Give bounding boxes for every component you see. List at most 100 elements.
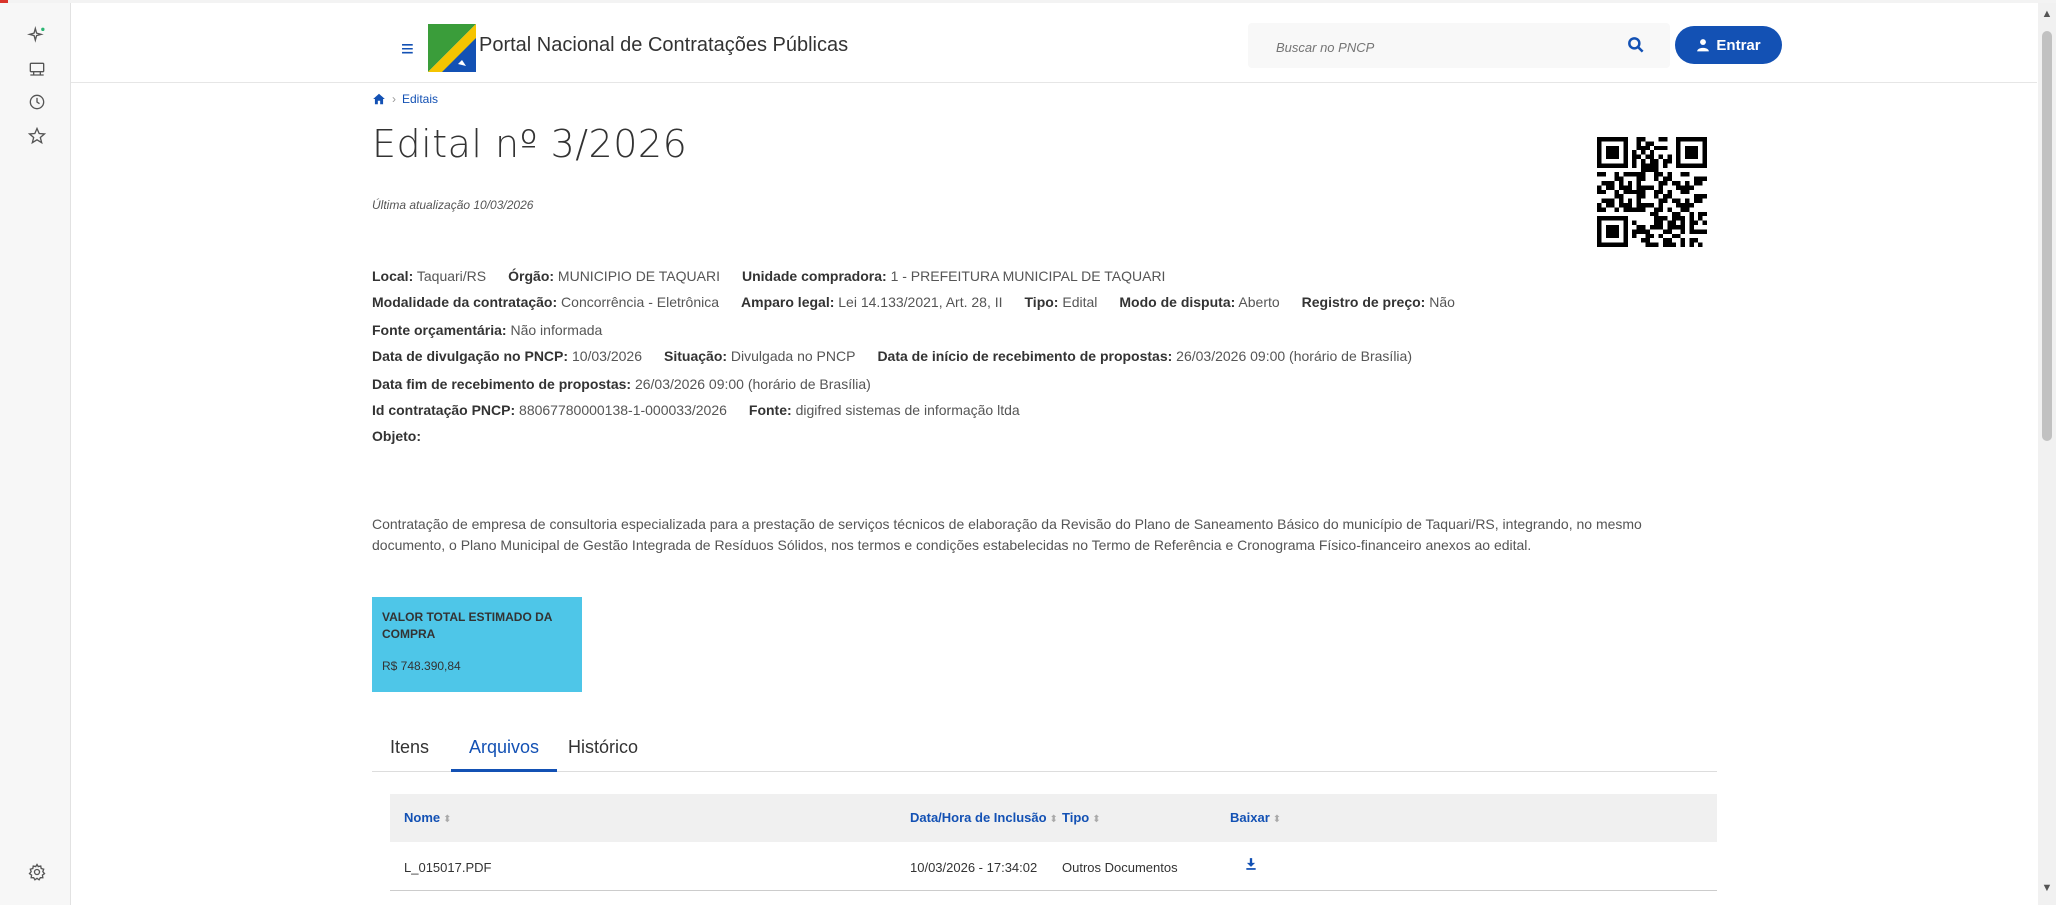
info-value: Não (1429, 294, 1455, 310)
table-row: L_015017.PDF 10/03/2026 - 17:34:02 Outro… (390, 842, 1717, 891)
info-label: Unidade compradora: (741, 268, 887, 284)
scroll-up-icon[interactable]: ▲ (2038, 5, 2056, 23)
download-icon (1246, 858, 1256, 870)
info-field: Registro de preço: Não (1302, 294, 1455, 310)
info-label: Fonte: (748, 402, 792, 418)
info-value: 1 - PREFEITURA MUNICIPAL DE TAQUARI (890, 268, 1166, 284)
info-label: Órgão: (508, 268, 555, 284)
info-field: Data fim de recebimento de propostas: 26… (372, 376, 871, 392)
search-input[interactable] (1274, 35, 1608, 59)
gear-icon[interactable] (26, 861, 48, 883)
info-label: Modo de disputa: (1119, 294, 1236, 310)
info-field: Situação: Divulgada no PNCP (664, 348, 855, 364)
info-field: Amparo legal: Lei 14.133/2021, Art. 28, … (741, 294, 1002, 310)
column-header-baixar[interactable]: Baixar ⬍ (1230, 810, 1281, 825)
info-value: 10/03/2026 (571, 348, 643, 364)
breadcrumb-current[interactable]: Editais (402, 92, 438, 106)
home-icon[interactable] (372, 92, 386, 106)
info-field: Data de início de recebimento de propost… (877, 348, 1412, 364)
info-label: Modalidade da contratação: (372, 294, 558, 310)
column-header-tipo[interactable]: Tipo ⬍ (1062, 810, 1101, 825)
file-date: 10/03/2026 - 17:34:02 (910, 860, 1038, 875)
tab-bar: Itens Arquivos Histórico (372, 737, 1717, 772)
info-label: Id contratação PNCP: (372, 402, 516, 418)
info-field: Local: Taquari/RS (372, 268, 486, 284)
info-row: Data fim de recebimento de propostas: 26… (372, 376, 893, 392)
info-value: Concorrência - Eletrônica (561, 294, 720, 310)
clock-icon[interactable] (26, 91, 48, 113)
info-label: Situação: (664, 348, 728, 364)
info-row: Local: Taquari/RS Órgão: MUNICIPIO DE TAQ… (372, 268, 1187, 284)
info-field: Data de divulgação no PNCP: 10/03/2026 (372, 348, 642, 364)
menu-icon[interactable]: ≡ (401, 38, 414, 60)
info-field: Objeto: (372, 428, 421, 444)
site-header: ≡ Portal Nacional de Contratações Públic… (71, 8, 2037, 83)
info-label: Data de início de recebimento de propost… (877, 348, 1173, 364)
last-updated: Última atualização 10/03/2026 (372, 198, 534, 212)
scroll-thumb[interactable] (2042, 31, 2052, 441)
info-row: Objeto: (372, 428, 443, 444)
info-label: Tipo: (1024, 294, 1059, 310)
info-field: Órgão: MUNICIPIO DE TAQUARI (508, 268, 720, 284)
info-label: Amparo legal: (741, 294, 835, 310)
info-label: Objeto: (372, 428, 421, 444)
page-scrollbar[interactable]: ▲ ▼ (2038, 3, 2056, 905)
file-type: Outros Documentos (1062, 860, 1178, 875)
info-value: digifred sistemas de informação ltda (795, 402, 1020, 418)
login-label: Entrar (1716, 36, 1761, 54)
star-icon[interactable] (26, 125, 48, 147)
info-row: Data de divulgação no PNCP: 10/03/2026 Si… (372, 348, 1434, 364)
value-card-amount: R$ 748.390,84 (382, 659, 461, 673)
info-row: Id contratação PNCP: 88067780000138-1-00… (372, 402, 1042, 418)
info-value: 26/03/2026 09:00 (horário de Brasília) (634, 376, 871, 392)
login-button[interactable]: Entrar (1675, 26, 1782, 64)
info-field: Unidade compradora: 1 - PREFEITURA MUNIC… (742, 268, 1165, 284)
info-value: Divulgada no PNCP (730, 348, 856, 364)
info-field: Fonte: digifred sistemas de informação l… (749, 402, 1020, 418)
breadcrumb: › Editais (372, 92, 438, 106)
portal-title[interactable]: Portal Nacional de Contratações Públicas (479, 34, 848, 57)
tab-arquivos[interactable]: Arquivos (451, 737, 558, 772)
info-value: Aberto (1238, 294, 1280, 310)
column-header-nome[interactable]: Nome ⬍ (404, 810, 452, 825)
info-field: Modalidade da contratação: Concorrência … (372, 294, 719, 310)
info-label: Data de divulgação no PNCP: (372, 348, 569, 364)
info-field: Tipo: Edital (1025, 294, 1098, 310)
info-value: 88067780000138-1-000033/2026 (519, 402, 727, 418)
value-card: VALOR TOTAL ESTIMADO DA COMPRA R$ 748.39… (372, 597, 582, 692)
tab-itens[interactable]: Itens (390, 737, 429, 769)
info-label: Local: (372, 268, 414, 284)
user-icon (1697, 39, 1710, 52)
file-name: L_015017.PDF (404, 860, 492, 875)
column-header-data[interactable]: Data/Hora de Inclusão ⬍ (910, 810, 1058, 825)
info-row: Fonte orçamentária: Não informada (372, 322, 624, 338)
info-label: Fonte orçamentária: (372, 322, 507, 338)
sparkle-icon[interactable] (26, 25, 48, 47)
search-box[interactable] (1248, 23, 1670, 68)
info-field: Modo de disputa: Aberto (1119, 294, 1279, 310)
info-row: Modalidade da contratação: Concorrência … (372, 294, 1477, 310)
info-value: 26/03/2026 09:00 (horário de Brasília) (1176, 348, 1412, 364)
table-header: Nome ⬍ Data/Hora de Inclusão ⬍ Tipo ⬍ Baixa… (390, 794, 1717, 842)
info-value: Lei 14.133/2021, Art. 28, II (838, 294, 1003, 310)
info-label: Registro de preço: (1301, 294, 1426, 310)
tab-historico[interactable]: Histórico (568, 737, 638, 769)
qr-code (1597, 137, 1707, 247)
objeto-text: Contratação de empresa de consultoria es… (372, 516, 1642, 553)
info-value: Taquari/RS (416, 268, 487, 284)
info-value: Não informada (510, 322, 603, 338)
info-field: Id contratação PNCP: 88067780000138-1-00… (372, 402, 727, 418)
browser-sidebar (0, 3, 71, 905)
search-icon[interactable] (1626, 35, 1646, 55)
page-title: Edital nº 3/2026 (372, 122, 688, 166)
info-value: MUNICIPIO DE TAQUARI (557, 268, 720, 284)
briefcase-icon[interactable] (26, 59, 48, 81)
info-field: Fonte orçamentária: Não informada (372, 322, 602, 338)
download-button[interactable] (1244, 857, 1258, 874)
browser-top-bar (0, 0, 2056, 3)
info-value: Edital (1062, 294, 1098, 310)
pncp-logo (428, 24, 476, 72)
breadcrumb-separator: › (392, 92, 396, 106)
info-label: Data fim de recebimento de propostas: (372, 376, 632, 392)
scroll-down-icon[interactable]: ▼ (2038, 879, 2056, 897)
